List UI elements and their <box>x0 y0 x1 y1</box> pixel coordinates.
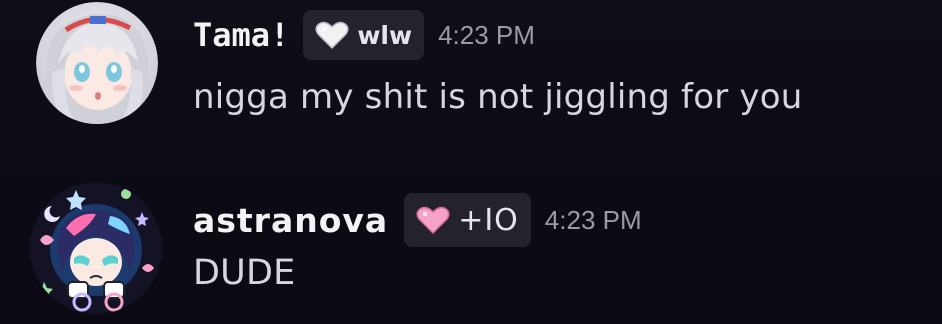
white-heart-icon <box>315 21 349 50</box>
timestamp[interactable]: 4:23 PM <box>438 20 535 51</box>
username[interactable]: astranova <box>193 201 388 240</box>
username[interactable]: Tama! <box>193 16 289 54</box>
timestamp[interactable]: 4:23 PM <box>545 205 642 236</box>
message-header: astranova +IO 4:23 PM <box>193 193 642 247</box>
avatar[interactable] <box>36 2 158 124</box>
pink-heart-icon <box>416 206 450 235</box>
server-tag[interactable]: +IO <box>404 193 531 247</box>
anime-girl-avatar-icon <box>36 2 158 124</box>
message-content: DUDE <box>193 253 296 293</box>
server-tag-label: +IO <box>458 202 519 238</box>
avatar[interactable] <box>30 182 162 314</box>
message-header: Tama! wlw 4:23 PM <box>193 7 535 63</box>
message-item: Tama! wlw 4:23 PM nigga my shit is not j… <box>0 0 942 150</box>
server-tag-label: wlw <box>357 20 413 50</box>
server-tag[interactable]: wlw <box>303 10 425 60</box>
message-item: astranova +IO 4:23 PM DUDE <box>0 162 942 314</box>
message-content: nigga my shit is not jiggling for you <box>193 77 803 117</box>
anime-girl-stars-avatar-icon <box>30 182 162 314</box>
